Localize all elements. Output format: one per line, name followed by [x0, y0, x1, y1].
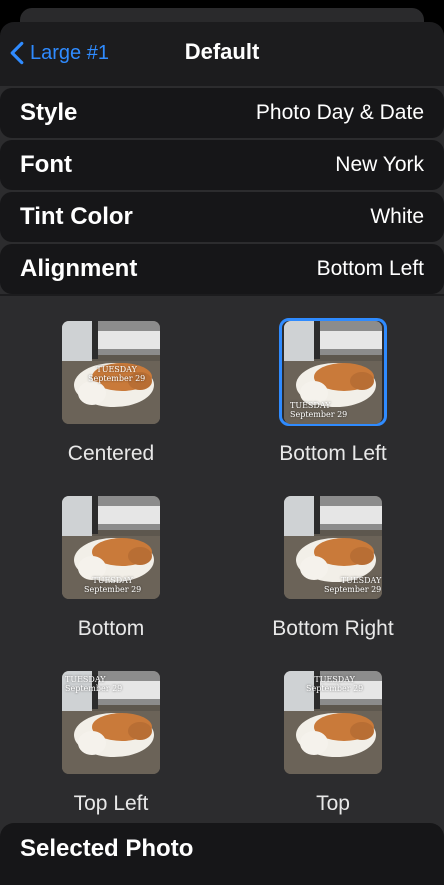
caption-date: September 29	[324, 584, 382, 594]
alignment-option[interactable]: TUESDAY September 29 Top Left	[0, 668, 222, 843]
font-label: Font	[20, 151, 72, 178]
alignment-option-label: Bottom	[77, 617, 145, 640]
thumbnail-caption: TUESDAY September 29	[290, 401, 347, 419]
alignment-option-label: Centered	[67, 442, 155, 465]
cat-photo-thumbnail: TUESDAY September 29	[62, 495, 160, 599]
alignment-label: Alignment	[20, 255, 138, 282]
caption-day: TUESDAY	[92, 575, 133, 585]
alignment-row[interactable]: Alignment Bottom Left	[0, 242, 444, 294]
thumbnail-frame[interactable]: TUESDAY September 29	[279, 493, 387, 601]
alignment-option[interactable]: TUESDAY September 29 Centered	[0, 318, 222, 493]
font-row[interactable]: Font New York	[0, 138, 444, 190]
cat-photo-thumbnail: TUESDAY September 29	[62, 320, 160, 424]
page-title: Default	[184, 39, 260, 64]
alignment-option[interactable]: TUESDAY September 29 Bottom	[0, 493, 222, 668]
style-label: Style	[20, 99, 78, 126]
caption-day: TUESDAY	[96, 364, 137, 374]
caption-day: TUESDAY	[314, 674, 355, 684]
cat-photo-thumbnail: TUESDAY September 29	[284, 495, 382, 599]
thumbnail-frame[interactable]: TUESDAY September 29	[57, 318, 165, 426]
selected-photo-label: Selected Photo	[20, 835, 194, 862]
thumbnail-frame[interactable]: TUESDAY September 29	[279, 318, 387, 426]
cat-photo-thumbnail: TUESDAY September 29	[62, 670, 160, 774]
caption-date: September 29	[88, 373, 146, 383]
settings-sheet: Large #1 Default Style Photo Day & Date …	[0, 22, 444, 885]
style-row[interactable]: Style Photo Day & Date	[0, 86, 444, 138]
nav-bar: Large #1 Default	[0, 22, 444, 86]
font-value: New York	[335, 153, 424, 176]
alignment-option[interactable]: TUESDAY September 29 Bottom Left	[222, 318, 444, 493]
caption-day: TUESDAY	[340, 575, 382, 585]
selected-photo-row[interactable]: Selected Photo	[0, 823, 444, 885]
tint-color-value: White	[370, 205, 424, 228]
thumbnail-caption: TUESDAY September 29	[84, 576, 141, 594]
caption-date: September 29	[290, 409, 348, 419]
style-value: Photo Day & Date	[255, 101, 424, 124]
alignment-options-grid: TUESDAY September 29 Centered TUESDAY Septem…	[0, 296, 444, 853]
alignment-option-label: Bottom Right	[272, 617, 394, 640]
alignment-option-label: Top Left	[73, 792, 149, 815]
alignment-option-label: Top	[316, 792, 350, 815]
thumbnail-caption: TUESDAY September 29	[65, 675, 122, 693]
caption-date: September 29	[84, 584, 142, 594]
thumbnail-frame[interactable]: TUESDAY September 29	[279, 668, 387, 776]
thumbnail-caption: TUESDAY September 29	[88, 365, 145, 383]
alignment-option[interactable]: TUESDAY September 29 Bottom Right	[222, 493, 444, 668]
tint-color-row[interactable]: Tint Color White	[0, 190, 444, 242]
cat-photo-thumbnail: TUESDAY September 29	[284, 670, 382, 774]
caption-date: September 29	[306, 683, 364, 693]
caption-day: TUESDAY	[65, 674, 106, 684]
thumbnail-caption: TUESDAY September 29	[306, 675, 363, 693]
alignment-option-label: Bottom Left	[279, 442, 387, 465]
alignment-value: Bottom Left	[316, 257, 424, 280]
caption-date: September 29	[65, 683, 123, 693]
caption-day: TUESDAY	[290, 400, 331, 410]
settings-list: Style Photo Day & Date Font New York Tin…	[0, 86, 444, 294]
thumbnail-frame[interactable]: TUESDAY September 29	[57, 493, 165, 601]
alignment-option[interactable]: TUESDAY September 29 Top	[222, 668, 444, 843]
cat-photo-thumbnail: TUESDAY September 29	[284, 320, 382, 424]
thumbnail-frame[interactable]: TUESDAY September 29	[57, 668, 165, 776]
thumbnail-caption: TUESDAY September 29	[324, 576, 381, 594]
tint-color-label: Tint Color	[20, 203, 133, 230]
